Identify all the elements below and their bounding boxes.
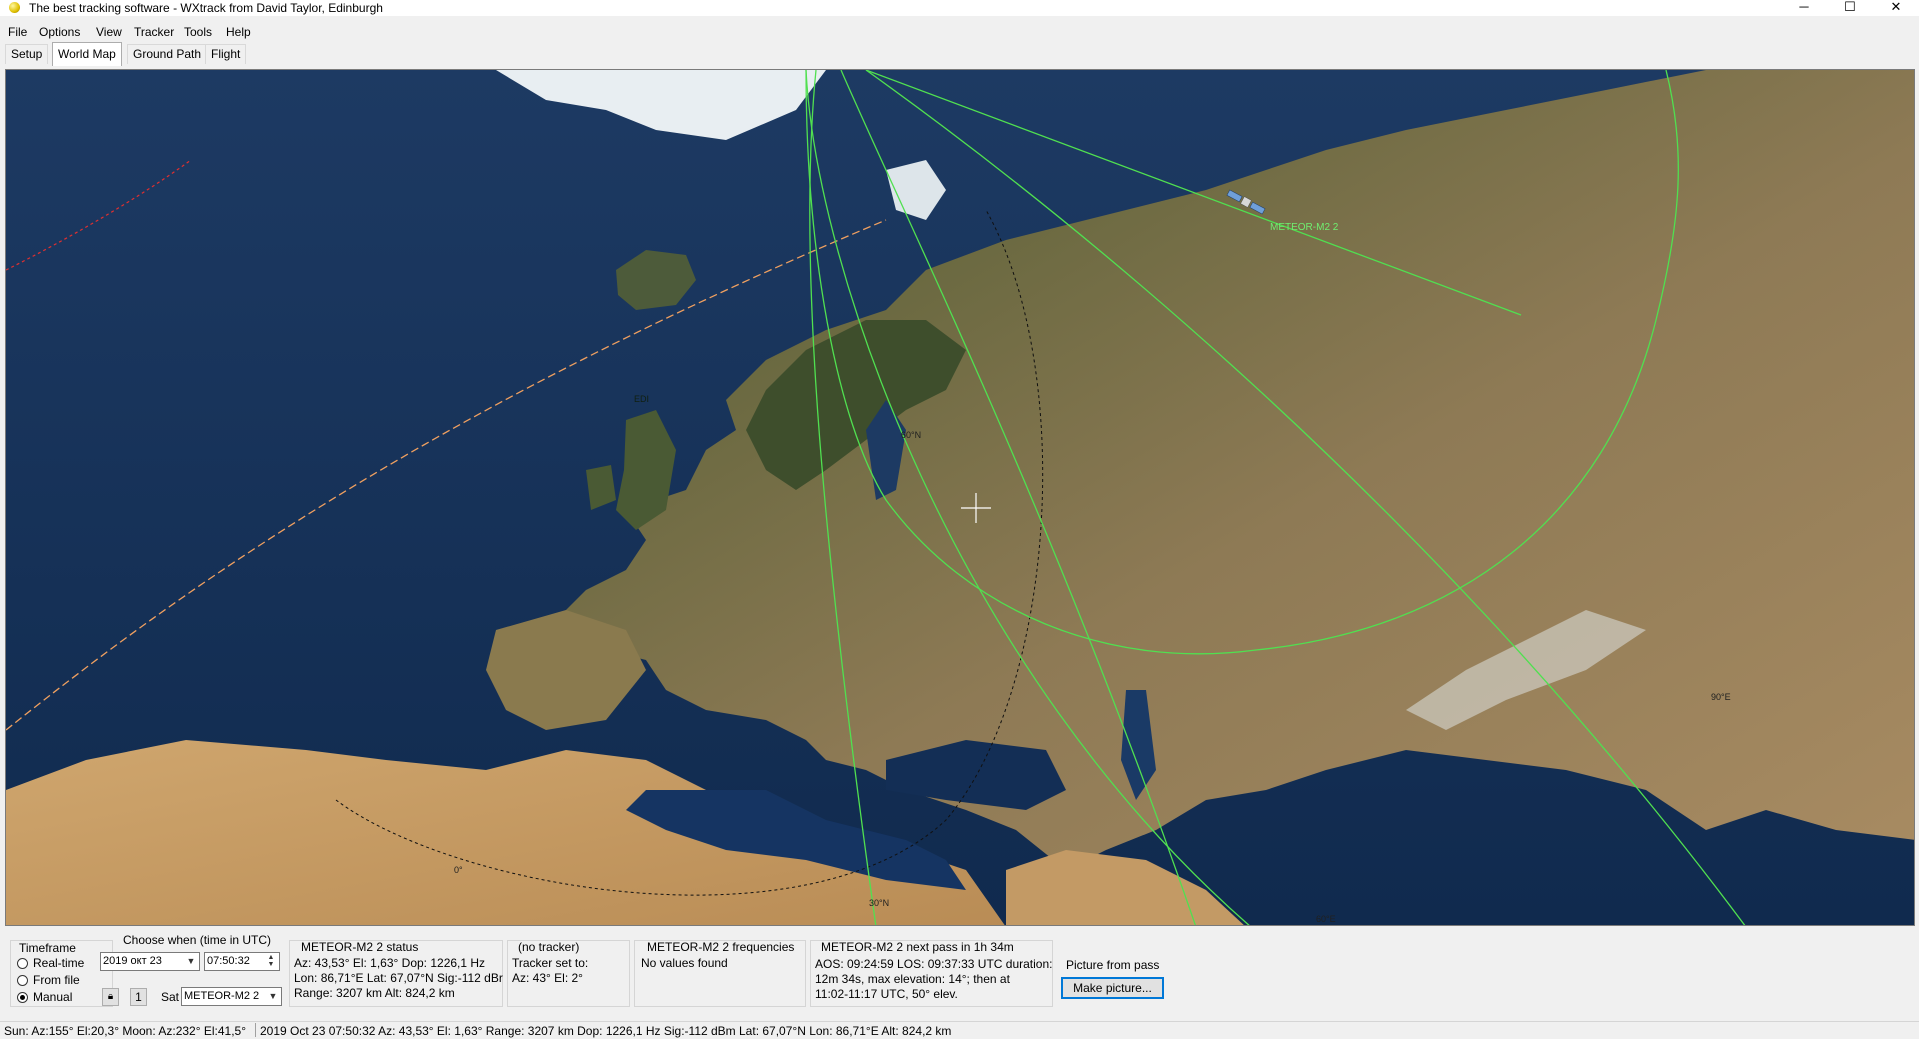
chevron-down-icon[interactable]: ▼	[266, 989, 280, 1004]
make-picture-button[interactable]: Make picture...	[1061, 977, 1164, 999]
picture-title: Picture from pass	[1066, 958, 1160, 972]
status-line-2: Lon: 86,71°E Lat: 67,07°N Sig:-112 dBr	[294, 971, 503, 985]
world-map[interactable]: METEOR-M2 2 EDI 60°N 30°N 0° 60°E 90°E	[5, 69, 1915, 926]
radio-manual-label[interactable]: Manual	[33, 990, 72, 1004]
menu-help[interactable]: Help	[226, 25, 251, 39]
satellite-status-panel: METEOR-M2 2 status Az: 43,53° El: 1,63° …	[289, 940, 503, 1007]
statusbar-sun-moon: Sun: Az:155° El:20,3° Moon: Az:232° El:4…	[4, 1024, 247, 1038]
frequencies-text: No values found	[641, 956, 728, 970]
radio-manual[interactable]	[17, 992, 28, 1003]
chevron-down-icon[interactable]: ▼	[184, 954, 198, 969]
frequencies-title: METEOR-M2 2 frequencies	[647, 940, 795, 954]
radio-from-file[interactable]	[17, 975, 28, 986]
status-bar: Sun: Az:155° El:20,3° Moon: Az:232° El:4…	[0, 1021, 1919, 1039]
close-icon[interactable]: ✕	[1873, 0, 1919, 16]
radio-realtime[interactable]	[17, 958, 28, 969]
satellite-select-value: METEOR-M2 2	[184, 990, 260, 1002]
next-pass-line-3: 11:02-11:17 UTC, 50° elev.	[815, 987, 958, 1001]
menu-tracker[interactable]: Tracker	[134, 25, 174, 39]
tracker-title: (no tracker)	[518, 940, 580, 954]
tracker-line-1: Tracker set to:	[512, 956, 589, 970]
sat-label: Sat	[161, 990, 180, 1004]
window-title: The best tracking software - WXtrack fro…	[29, 1, 383, 15]
tab-setup[interactable]: Setup	[5, 44, 49, 64]
satellite-label: METEOR-M2 2	[1270, 222, 1339, 233]
date-value: 2019 окт 23	[103, 955, 162, 967]
menu-view[interactable]: View	[96, 25, 122, 39]
tracker-panel: (no tracker) Tracker set to: Az: 43° El:…	[507, 940, 630, 1007]
menu-tools[interactable]: Tools	[184, 25, 212, 39]
frequencies-panel: METEOR-M2 2 frequencies No values found	[634, 940, 806, 1007]
step-button[interactable]: 1	[130, 988, 147, 1006]
choose-when-title: Choose when (time in UTC)	[123, 933, 272, 947]
statusbar-separator	[255, 1023, 256, 1037]
maximize-icon[interactable]: ☐	[1827, 0, 1873, 16]
grid-label-lat30: 30°N	[869, 898, 889, 908]
picture-panel: Picture from pass Make picture...	[1057, 940, 1172, 1007]
status-line-3: Range: 3207 km Alt: 824,2 km	[294, 986, 455, 1000]
time-value: 07:50:32	[207, 955, 250, 967]
next-pass-line-1: AOS: 09:24:59 LOS: 09:37:33 UTC duration…	[815, 957, 1053, 971]
menu-bar: File Options View Tracker Tools Help	[0, 22, 1919, 42]
title-bar: The best tracking software - WXtrack fro…	[0, 0, 1919, 16]
tracker-line-2: Az: 43° El: 2°	[512, 971, 583, 985]
minimize-icon[interactable]: ─	[1781, 0, 1827, 16]
tab-strip: Setup World Map Ground Path Flight	[0, 42, 1919, 66]
tab-flight[interactable]: Flight	[205, 44, 247, 64]
status-title: METEOR-M2 2 status	[301, 940, 419, 954]
grid-label-lat60: 60°N	[901, 430, 921, 440]
next-pass-panel: METEOR-M2 2 next pass in 1h 34m AOS: 09:…	[810, 940, 1053, 1007]
timeframe-title: Timeframe	[19, 941, 76, 955]
menu-file[interactable]: File	[8, 25, 27, 39]
date-picker[interactable]: 2019 окт 23 ▼	[100, 952, 200, 971]
radio-realtime-label[interactable]: Real-time	[33, 956, 84, 970]
grid-label-lon60: 60°E	[1316, 914, 1336, 924]
time-spinner-icon[interactable]: ▲ ▼	[264, 954, 278, 969]
lock-button[interactable]: 🔒︎	[102, 988, 119, 1006]
tab-world-map[interactable]: World Map	[52, 42, 122, 66]
choose-when-panel: Choose when (time in UTC) 2019 окт 23 ▼ …	[96, 933, 287, 1007]
grid-label-lon0: 0°	[454, 865, 463, 875]
next-pass-title: METEOR-M2 2 next pass in 1h 34m	[821, 940, 1014, 954]
satellite-select[interactable]: METEOR-M2 2 ▼	[181, 987, 282, 1006]
radio-from-file-label[interactable]: From file	[33, 973, 80, 987]
menu-options[interactable]: Options	[39, 25, 80, 39]
next-pass-line-2: 12m 34s, max elevation: 14°; then at	[815, 972, 1010, 986]
status-line-1: Az: 43,53° El: 1,63° Dop: 1226,1 Hz	[294, 956, 486, 970]
lock-icon: 🔒︎	[107, 991, 114, 1002]
tab-ground-path[interactable]: Ground Path	[127, 44, 208, 64]
station-label: EDI	[634, 394, 649, 404]
app-icon	[9, 2, 20, 13]
time-field[interactable]: 07:50:32 ▲ ▼	[204, 952, 280, 971]
statusbar-details: 2019 Oct 23 07:50:32 Az: 43,53° El: 1,63…	[260, 1024, 952, 1038]
grid-label-lon90: 90°E	[1711, 692, 1731, 702]
